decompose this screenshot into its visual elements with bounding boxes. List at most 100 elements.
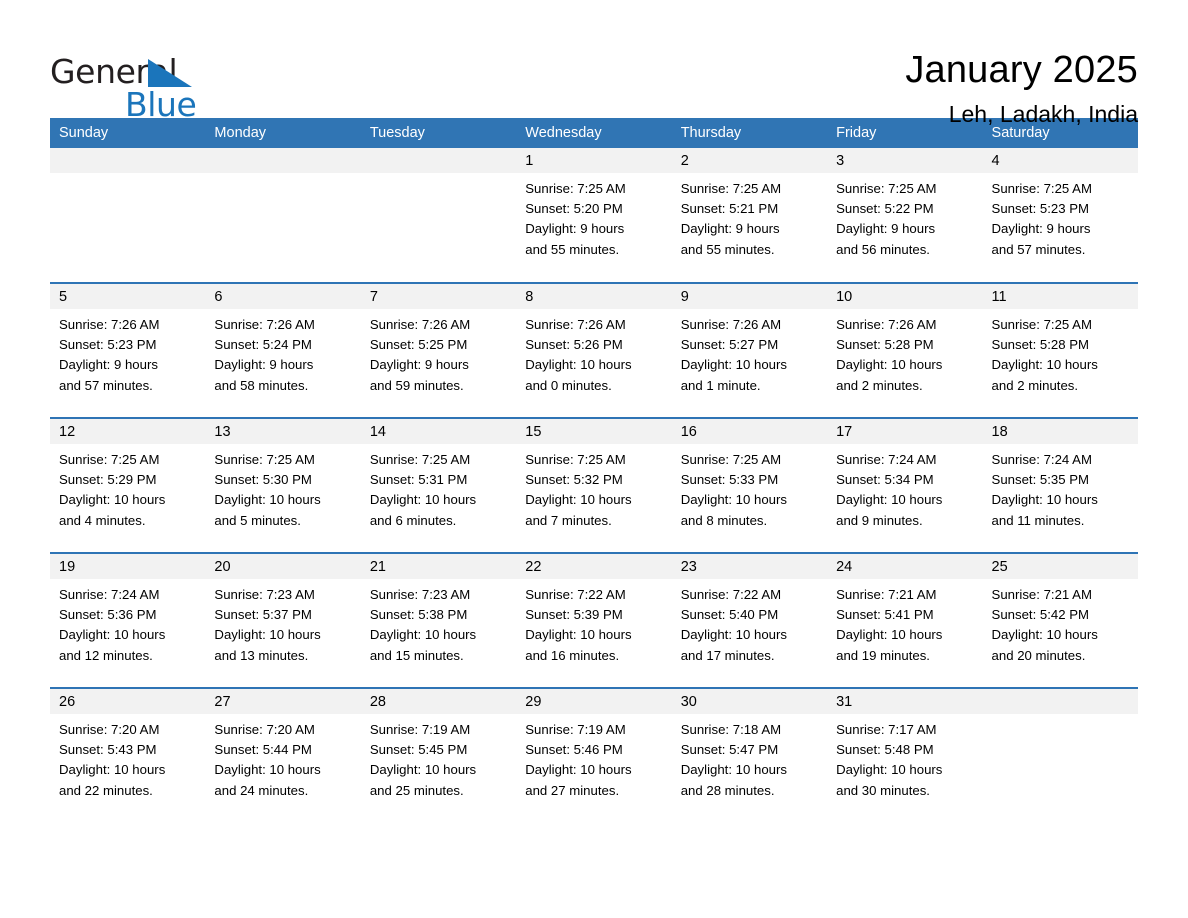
calendar-day-cell[interactable]: 12 Sunrise: 7:25 AM Sunset: 5:29 PM Dayligh… (50, 417, 206, 553)
sunset-text: Sunset: 5:38 PM (369, 607, 468, 623)
calendar-day-cell[interactable]: 22 Sunrise: 7:22 AM Sunset: 5:39 PM Dayligh… (516, 552, 672, 688)
weekday-header-thursday: Thursday (671, 118, 828, 148)
daylight-text-line2: and 59 minutes. (369, 377, 464, 393)
day-number: 11 (982, 284, 1138, 309)
day-number: 10 (827, 284, 983, 309)
daylight-text-line1: Daylight: 10 hours (680, 627, 787, 643)
sunrise-text: Sunrise: 7:19 AM (525, 722, 626, 737)
sunset-text: Sunset: 5:46 PM (525, 742, 623, 758)
calendar-day-cell[interactable]: 17 Sunrise: 7:24 AM Sunset: 5:34 PM Dayligh… (827, 417, 983, 553)
daylight-text-line2: and 16 minutes. (525, 647, 620, 663)
daylight-text-line1: Daylight: 9 hours (680, 221, 780, 237)
daylight-text-line1: Daylight: 10 hours (59, 762, 166, 778)
calendar-day-cell[interactable]: 13 Sunrise: 7:25 AM Sunset: 5:30 PM Dayligh… (205, 417, 361, 553)
calendar-day-cell[interactable]: 31 Sunrise: 7:17 AM Sunset: 5:48 PM Dayligh… (827, 687, 983, 823)
sunrise-text: Sunrise: 7:26 AM (680, 317, 782, 332)
calendar-day-cell[interactable]: 14 Sunrise: 7:25 AM Sunset: 5:31 PM Dayligh… (360, 417, 517, 553)
daylight-text-line2: and 57 minutes. (59, 377, 153, 393)
calendar-day-cell[interactable]: 30 Sunrise: 7:18 AM Sunset: 5:47 PM Dayligh… (671, 687, 828, 823)
calendar-day-cell[interactable]: 11 Sunrise: 7:25 AM Sunset: 5:28 PM Dayligh… (982, 282, 1138, 418)
sunrise-text: Sunrise: 7:26 AM (525, 317, 626, 332)
sunrise-text: Sunrise: 7:25 AM (525, 452, 626, 467)
calendar-day-cell[interactable]: 26 Sunrise: 7:20 AM Sunset: 5:43 PM Dayligh… (50, 687, 206, 823)
daylight-text-line1: Daylight: 9 hours (59, 357, 158, 373)
day-details: Sunrise: 7:23 AM Sunset: 5:37 PM Daylight:… (205, 579, 360, 666)
sunrise-text: Sunrise: 7:22 AM (525, 587, 626, 602)
daylight-text-line2: and 6 minutes. (369, 512, 457, 528)
day-number (982, 689, 1138, 714)
calendar-day-cell[interactable]: 4 Sunrise: 7:25 AM Sunset: 5:23 PM Daylight… (982, 148, 1138, 283)
calendar-day-cell[interactable]: 20 Sunrise: 7:23 AM Sunset: 5:37 PM Dayligh… (205, 552, 361, 688)
sunset-text: Sunset: 5:31 PM (369, 472, 468, 488)
daylight-text-line2: and 30 minutes. (836, 782, 930, 798)
daylight-text-line2: and 11 minutes. (991, 512, 1085, 528)
calendar-day-cell[interactable]: 5 Sunrise: 7:26 AM Sunset: 5:23 PM Daylight… (50, 282, 206, 418)
day-details: Sunrise: 7:25 AM Sunset: 5:30 PM Daylight:… (205, 444, 360, 531)
calendar-day-cell[interactable]: 6 Sunrise: 7:26 AM Sunset: 5:24 PM Daylight… (205, 282, 361, 418)
day-details: Sunrise: 7:26 AM Sunset: 5:27 PM Daylight:… (672, 309, 827, 396)
day-details: Sunrise: 7:24 AM Sunset: 5:36 PM Daylight:… (50, 579, 205, 666)
daylight-text-line2: and 2 minutes. (836, 377, 923, 393)
calendar-day-cell[interactable]: 19 Sunrise: 7:24 AM Sunset: 5:36 PM Dayligh… (50, 552, 206, 688)
calendar-day-cell[interactable]: 28 Sunrise: 7:19 AM Sunset: 5:45 PM Dayligh… (360, 687, 517, 823)
daylight-text-line1: Daylight: 9 hours (991, 221, 1091, 237)
daylight-text-line1: Daylight: 10 hours (680, 492, 787, 508)
calendar-day-cell[interactable]: 9 Sunrise: 7:26 AM Sunset: 5:27 PM Daylight… (671, 282, 828, 418)
sunset-text: Sunset: 5:24 PM (214, 337, 312, 353)
daylight-text-line1: Daylight: 10 hours (680, 357, 787, 373)
calendar-day-cell[interactable]: 25 Sunrise: 7:21 AM Sunset: 5:42 PM Dayligh… (982, 552, 1138, 688)
daylight-text-line2: and 0 minutes. (525, 377, 612, 393)
sunset-text: Sunset: 5:27 PM (680, 337, 779, 353)
calendar-day-cell[interactable]: 23 Sunrise: 7:22 AM Sunset: 5:40 PM Dayligh… (671, 552, 828, 688)
sunset-text: Sunset: 5:45 PM (369, 742, 468, 758)
day-details: Sunrise: 7:25 AM Sunset: 5:33 PM Daylight:… (672, 444, 827, 531)
day-number: 31 (827, 689, 983, 714)
calendar-day-cell[interactable]: 29 Sunrise: 7:19 AM Sunset: 5:46 PM Dayligh… (516, 687, 672, 823)
calendar-day-cell[interactable]: 8 Sunrise: 7:26 AM Sunset: 5:26 PM Daylight… (516, 282, 672, 418)
calendar-day-cell[interactable]: 24 Sunrise: 7:21 AM Sunset: 5:41 PM Dayligh… (827, 552, 983, 688)
calendar-day-cell[interactable]: 1 Sunrise: 7:25 AM Sunset: 5:20 PM Daylight… (516, 148, 672, 283)
sunrise-text: Sunrise: 7:25 AM (680, 452, 782, 467)
day-details: Sunrise: 7:25 AM Sunset: 5:28 PM Daylight:… (983, 309, 1138, 396)
sunset-text: Sunset: 5:32 PM (525, 472, 623, 488)
daylight-text-line1: Daylight: 10 hours (836, 627, 943, 643)
day-details: Sunrise: 7:25 AM Sunset: 5:23 PM Daylight:… (983, 173, 1138, 260)
day-number: 29 (516, 689, 672, 714)
sunrise-text: Sunrise: 7:25 AM (680, 181, 782, 196)
calendar-day-cell[interactable]: 18 Sunrise: 7:24 AM Sunset: 5:35 PM Dayligh… (982, 417, 1138, 553)
day-number: 21 (360, 554, 517, 579)
day-number: 5 (50, 284, 206, 309)
sunrise-text: Sunrise: 7:25 AM (369, 452, 471, 467)
day-details: Sunrise: 7:25 AM Sunset: 5:29 PM Daylight:… (50, 444, 205, 531)
sunrise-text: Sunrise: 7:25 AM (836, 181, 937, 196)
calendar-day-cell[interactable]: 16 Sunrise: 7:25 AM Sunset: 5:33 PM Dayligh… (671, 417, 828, 553)
calendar-day-cell[interactable]: 15 Sunrise: 7:25 AM Sunset: 5:32 PM Dayligh… (516, 417, 672, 553)
calendar-day-cell[interactable]: 7 Sunrise: 7:26 AM Sunset: 5:25 PM Daylight… (360, 282, 517, 418)
calendar-day-cell[interactable]: 3 Sunrise: 7:25 AM Sunset: 5:22 PM Daylight… (827, 148, 983, 283)
calendar-day-cell[interactable]: 10 Sunrise: 7:26 AM Sunset: 5:28 PM Dayligh… (827, 282, 983, 418)
sunrise-text: Sunrise: 7:17 AM (836, 722, 937, 737)
day-details: Sunrise: 7:22 AM Sunset: 5:40 PM Daylight:… (672, 579, 827, 666)
day-details: Sunrise: 7:25 AM Sunset: 5:31 PM Daylight:… (361, 444, 516, 531)
day-number: 7 (360, 284, 517, 309)
day-details: Sunrise: 7:24 AM Sunset: 5:35 PM Daylight:… (983, 444, 1138, 531)
daylight-text-line1: Daylight: 10 hours (369, 627, 477, 643)
calendar-day-cell[interactable]: 27 Sunrise: 7:20 AM Sunset: 5:44 PM Dayligh… (205, 687, 361, 823)
sunrise-text: Sunrise: 7:26 AM (836, 317, 937, 332)
day-details: Sunrise: 7:26 AM Sunset: 5:26 PM Daylight:… (516, 309, 671, 396)
day-details: Sunrise: 7:19 AM Sunset: 5:46 PM Daylight:… (516, 714, 671, 801)
daylight-text-line2: and 15 minutes. (369, 647, 464, 663)
day-number: 26 (50, 689, 206, 714)
sunrise-text: Sunrise: 7:18 AM (680, 722, 782, 737)
day-details: Sunrise: 7:26 AM Sunset: 5:24 PM Daylight:… (205, 309, 360, 396)
day-number: 25 (982, 554, 1138, 579)
sunrise-text: Sunrise: 7:24 AM (59, 587, 160, 602)
day-details: Sunrise: 7:25 AM Sunset: 5:32 PM Daylight:… (516, 444, 671, 531)
calendar-day-cell[interactable]: 21 Sunrise: 7:23 AM Sunset: 5:38 PM Dayligh… (360, 552, 517, 688)
day-number: 27 (205, 689, 361, 714)
daylight-text-line1: Daylight: 10 hours (836, 357, 943, 373)
day-number: 1 (516, 148, 672, 173)
day-number (360, 148, 517, 173)
daylight-text-line1: Daylight: 9 hours (214, 357, 314, 373)
calendar-day-cell[interactable]: 2 Sunrise: 7:25 AM Sunset: 5:21 PM Daylight… (671, 148, 828, 283)
